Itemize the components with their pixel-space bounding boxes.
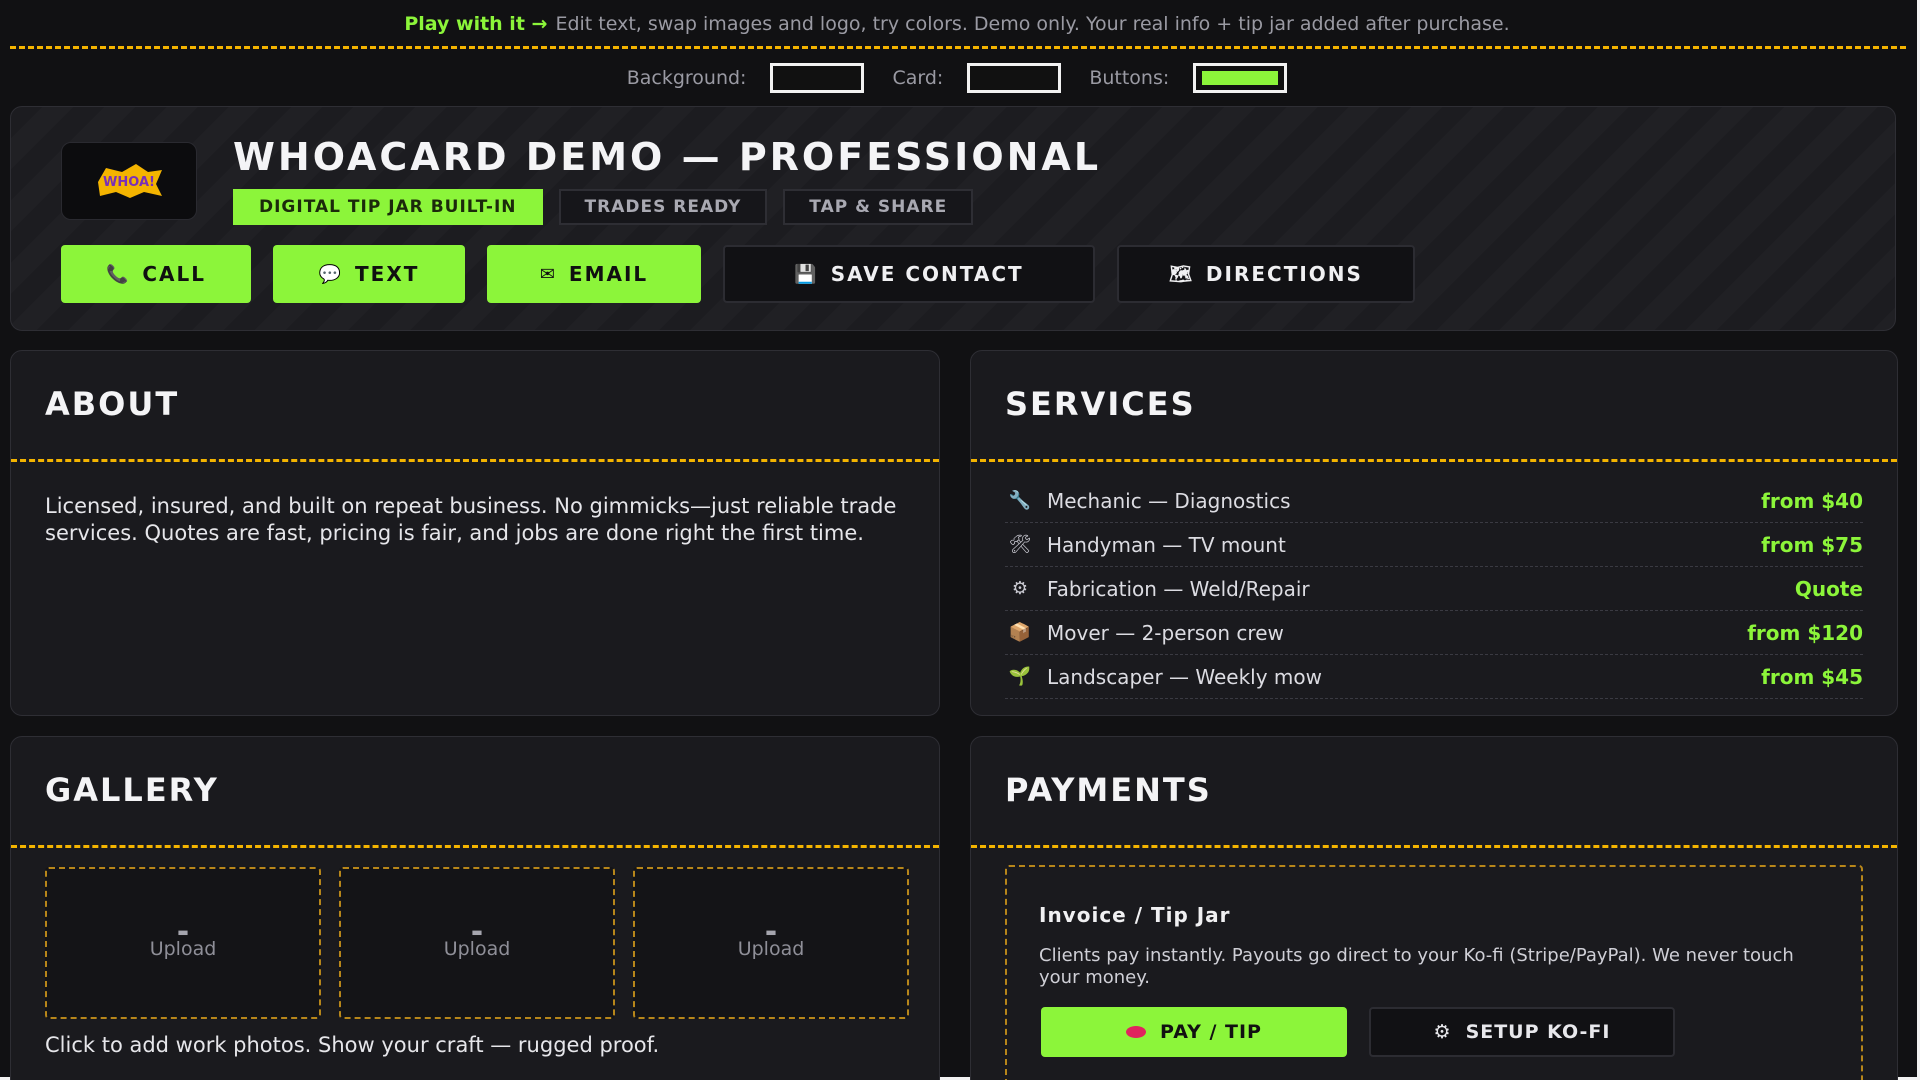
profile-header-card: WHOA! WHOACARD DEMO — PROFESSIONAL DIGIT… xyxy=(10,106,1896,331)
background-color-picker[interactable] xyxy=(770,63,865,93)
background-color-group: Background: xyxy=(627,63,865,93)
card-color-picker[interactable] xyxy=(967,63,1062,93)
call-button-label: CALL xyxy=(142,262,207,286)
buttons-color-picker[interactable] xyxy=(1193,63,1288,93)
gear-icon: ⚙ xyxy=(1011,578,1029,599)
services-list: 🔧 Mechanic — Diagnostics from $40 🛠 Handym… xyxy=(1005,479,1863,699)
service-name: Mover — 2-person crew xyxy=(1047,620,1284,645)
envelope-icon: ✉ xyxy=(539,263,557,285)
setup-kofi-label: SETUP KO-FI xyxy=(1465,1021,1611,1043)
gear-icon: ⚙ xyxy=(1433,1021,1452,1043)
call-button[interactable]: 📞 CALL xyxy=(61,245,251,303)
tag-tip-jar: DIGITAL TIP JAR BUILT-IN xyxy=(233,189,543,225)
phone-icon: 📞 xyxy=(105,263,131,285)
upload-label: Upload xyxy=(149,938,217,960)
payments-heading: PAYMENTS xyxy=(1005,771,1212,809)
gallery-heading: GALLERY xyxy=(45,771,219,809)
buttons-color-label: Buttons: xyxy=(1089,67,1170,89)
background-color-label: Background: xyxy=(626,67,747,89)
buttons-color-group: Buttons: xyxy=(1089,63,1288,93)
demo-banner: Play with it → Edit text, swap images an… xyxy=(0,0,1914,48)
upload-label: Upload xyxy=(443,938,511,960)
tip-jar-description: Clients pay instantly. Payouts go direct… xyxy=(1039,945,1794,988)
service-row[interactable]: 🌱 Landscaper — Weekly mow from $45 xyxy=(1005,655,1863,699)
banner-lead: Play with it → xyxy=(404,13,548,35)
service-name: Fabrication — Weld/Repair xyxy=(1047,576,1310,601)
gallery-divider xyxy=(11,845,939,848)
image-icon: ▬ xyxy=(471,925,483,939)
email-button[interactable]: ✉ EMAIL xyxy=(487,245,701,303)
services-divider xyxy=(971,459,1897,462)
service-price: Quote xyxy=(1794,576,1863,601)
business-logo[interactable]: WHOA! xyxy=(61,142,197,220)
color-controls: Background: Card: Buttons: xyxy=(0,58,1914,98)
coin-icon xyxy=(1126,1026,1147,1038)
save-contact-label: SAVE CONTACT xyxy=(830,262,1024,286)
floppy-disk-icon: 💾 xyxy=(794,263,819,285)
upload-label: Upload xyxy=(737,938,805,960)
setup-kofi-button[interactable]: ⚙ SETUP KO-FI xyxy=(1369,1007,1675,1057)
payments-divider xyxy=(971,845,1897,848)
about-divider xyxy=(11,459,939,462)
service-name: Landscaper — Weekly mow xyxy=(1047,664,1322,689)
page-title: WHOACARD DEMO — PROFESSIONAL xyxy=(233,135,1102,179)
directions-label: DIRECTIONS xyxy=(1205,262,1363,286)
tip-jar-title: Invoice / Tip Jar xyxy=(1039,903,1231,927)
upload-tile[interactable]: ▬ Upload xyxy=(339,867,615,1019)
card-color-label: Card: xyxy=(892,67,944,89)
wrench-icon: 🔧 xyxy=(1008,490,1032,511)
upload-tile[interactable]: ▬ Upload xyxy=(45,867,321,1019)
service-row[interactable]: 🛠 Handyman — TV mount from $75 xyxy=(1005,523,1863,567)
about-heading: ABOUT xyxy=(45,385,180,423)
service-price: from $120 xyxy=(1747,620,1863,645)
service-price: from $75 xyxy=(1761,532,1863,557)
about-panel: ABOUT Licensed, insured, and built on re… xyxy=(10,350,940,716)
tip-jar-box: Invoice / Tip Jar Clients pay instantly.… xyxy=(1005,865,1863,1080)
service-price: from $45 xyxy=(1761,664,1863,689)
email-button-label: EMAIL xyxy=(568,262,649,286)
card-color-group: Card: xyxy=(892,63,1062,93)
services-heading: SERVICES xyxy=(1005,385,1196,423)
service-name: Handyman — TV mount xyxy=(1047,532,1286,557)
tag-list: DIGITAL TIP JAR BUILT-IN TRADES READY TA… xyxy=(233,189,974,225)
pay-tip-label: PAY / TIP xyxy=(1160,1021,1262,1043)
banner-text: Edit text, swap images and logo, try col… xyxy=(555,13,1510,35)
logo-image: WHOA! xyxy=(98,164,162,198)
service-name: Mechanic — Diagnostics xyxy=(1047,488,1291,513)
service-price: from $40 xyxy=(1761,488,1863,513)
logo-text: WHOA! xyxy=(103,175,155,190)
package-icon: 📦 xyxy=(1008,622,1032,643)
payment-actions: PAY / TIP ⚙ SETUP KO-FI xyxy=(1041,1007,1675,1057)
about-text[interactable]: Licensed, insured, and built on repeat b… xyxy=(45,493,925,547)
image-icon: ▬ xyxy=(765,925,777,939)
seedling-icon: 🌱 xyxy=(1008,666,1032,687)
tag-trades-ready: TRADES READY xyxy=(558,189,768,225)
gallery-panel: GALLERY ▬ Upload ▬ Upload ▬ Upload Click… xyxy=(10,736,940,1080)
text-button-label: TEXT xyxy=(355,262,420,286)
service-row[interactable]: ⚙ Fabrication — Weld/Repair Quote xyxy=(1005,567,1863,611)
gallery-caption: Click to add work photos. Show your craf… xyxy=(45,1033,660,1057)
tools-icon: 🛠 xyxy=(1008,534,1032,555)
payments-panel: PAYMENTS Invoice / Tip Jar Clients pay i… xyxy=(970,736,1898,1080)
service-row[interactable]: 🔧 Mechanic — Diagnostics from $40 xyxy=(1005,479,1863,523)
pay-tip-button[interactable]: PAY / TIP xyxy=(1041,1007,1347,1057)
service-row[interactable]: 📦 Mover — 2-person crew from $120 xyxy=(1005,611,1863,655)
directions-button[interactable]: 🗺 DIRECTIONS xyxy=(1117,245,1415,303)
tag-tap-share: TAP & SHARE xyxy=(783,189,974,225)
map-icon: 🗺 xyxy=(1169,263,1194,285)
save-contact-button[interactable]: 💾 SAVE CONTACT xyxy=(723,245,1095,303)
text-button[interactable]: 💬 TEXT xyxy=(273,245,465,303)
speech-bubble-icon: 💬 xyxy=(318,263,344,285)
banner-divider xyxy=(10,46,1906,49)
gallery-tiles: ▬ Upload ▬ Upload ▬ Upload xyxy=(45,867,909,1019)
contact-actions: 📞 CALL 💬 TEXT ✉ EMAIL 💾 SAVE CONTACT 🗺 D… xyxy=(61,245,1415,303)
upload-tile[interactable]: ▬ Upload xyxy=(633,867,909,1019)
image-icon: ▬ xyxy=(177,925,189,939)
services-panel: SERVICES 🔧 Mechanic — Diagnostics from $4… xyxy=(970,350,1898,716)
